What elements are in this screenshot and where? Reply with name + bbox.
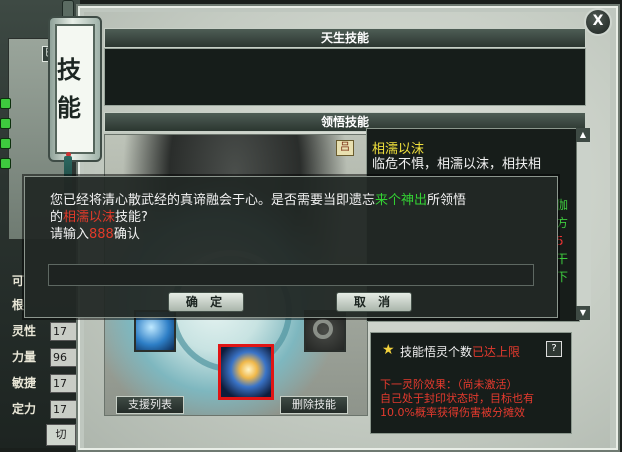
scroll-tab-title: 技能 xyxy=(55,24,95,154)
stat-label: 灵性 xyxy=(12,324,37,338)
stat-row: 敏捷 17 xyxy=(12,374,82,394)
dialog-text: 的 xyxy=(50,210,64,225)
green-indicator-icon[interactable] xyxy=(0,138,11,149)
skills-scroll-tab: 技能 xyxy=(48,16,102,162)
help-icon[interactable]: ? xyxy=(546,341,562,357)
insight-count-value: 已达上限 xyxy=(472,345,521,359)
dialog-line-1: 您已经将清心散武经的真谛融会于心。是否需要当即遗忘来个神出所领悟 xyxy=(50,192,550,209)
innate-skills-header: 天生技能 xyxy=(104,28,586,48)
dialog-text: 技能? xyxy=(115,210,148,225)
stat-label: 根 xyxy=(12,298,25,312)
green-indicator-icon[interactable] xyxy=(0,118,11,129)
description-overflow: 伽方5干下 xyxy=(556,196,570,286)
scroll-up-icon[interactable]: ▲ xyxy=(576,128,590,142)
delete-skill-button[interactable]: 删除技能 xyxy=(280,396,348,414)
green-indicator-icon[interactable] xyxy=(0,158,11,169)
green-indicator-icon[interactable] xyxy=(0,98,11,109)
dialog-text: 确认 xyxy=(113,227,140,242)
skill-name-highlight: 相濡以沫 xyxy=(63,210,116,225)
close-button[interactable]: X xyxy=(584,8,612,36)
stat-label: 敏捷 xyxy=(12,376,37,390)
stat-label: 可 xyxy=(12,274,25,288)
stat-row: 定力 17 xyxy=(12,400,82,420)
confirm-code-input[interactable] xyxy=(48,264,534,286)
corner-glyph[interactable]: 吕 xyxy=(336,140,354,156)
dialog-text: 请输入 xyxy=(50,227,90,242)
skill-name: 相濡以沫 xyxy=(372,142,425,157)
stat-label: 定力 xyxy=(12,402,37,416)
insight-count-label: 技能悟灵个数已达上限 xyxy=(400,343,520,360)
dialog-line-3: 请输入888确认 xyxy=(50,226,550,243)
pet-name: 来个神出 xyxy=(375,193,428,208)
star-icon: ★ xyxy=(382,342,395,358)
next-stage-description: 自己处于封印状态时，目标也有10.0%概率获得伤害被分摊效 xyxy=(380,392,534,419)
scroll-down-icon[interactable]: ▼ xyxy=(576,306,590,320)
confirm-button[interactable]: 确 定 xyxy=(168,292,244,312)
cancel-button[interactable]: 取 消 xyxy=(336,292,412,312)
dialog-text: 您已经将清心散武经的真谛融会于心。是否需要当即遗忘 xyxy=(50,193,376,208)
dialog-message: 您已经将清心散武经的真谛融会于心。是否需要当即遗忘来个神出所领悟 的相濡以沫技能… xyxy=(50,192,550,243)
skill-description: 临危不惧，相濡以沫，相扶相 xyxy=(372,157,542,172)
stat-label: 力量 xyxy=(12,350,37,364)
bottom-left-tab[interactable]: 切 xyxy=(46,424,76,446)
dialog-text: 所领悟 xyxy=(427,193,467,208)
description-scrollbar[interactable] xyxy=(576,128,591,320)
stat-row: 灵性 17 xyxy=(12,322,82,342)
innate-skills-area xyxy=(104,48,586,106)
insight-count-text: 技能悟灵个数 xyxy=(400,345,473,359)
confirm-code: 888 xyxy=(89,227,114,242)
next-stage-title: 下一灵阶效果：（尚未激活） xyxy=(380,378,518,391)
support-list-button[interactable]: 支援列表 xyxy=(116,396,184,414)
selected-skill-icon[interactable] xyxy=(218,344,274,400)
stat-row: 力量 96 xyxy=(12,348,82,368)
next-stage-effect: 下一灵阶效果：（尚未激活） 自己处于封印状态时，目标也有10.0%概率获得伤害被… xyxy=(380,378,568,420)
dialog-line-2: 的相濡以沫技能? xyxy=(50,209,550,226)
